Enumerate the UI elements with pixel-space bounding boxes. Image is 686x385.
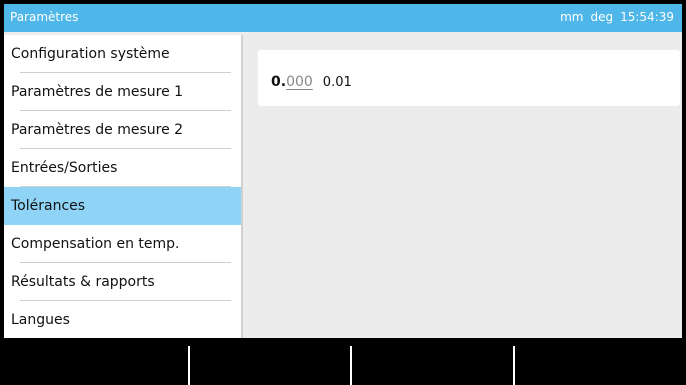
menu-item-label: Paramètres de mesure 2 [11,122,184,138]
menu-item-label: Configuration système [11,46,170,62]
menu-item-label: Tolérances [11,198,86,214]
menu-item-resultats-rapports[interactable]: Résultats & rapports [4,263,241,301]
menu-item-label: Compensation en temp. [11,236,180,252]
menu-item-label: Paramètres de mesure 1 [11,84,184,100]
menu-item-label: Résultats & rapports [11,274,155,290]
menu-item-entrees-sorties[interactable]: Entrées/Sorties [4,149,241,187]
resolution-setting-card[interactable]: 0.000 0.01 [258,50,680,106]
menu-item-label: Entrées/Sorties [11,160,118,176]
resolution-value[interactable]: 0.000 0.01 [271,74,352,90]
softkey-4[interactable] [515,340,682,385]
menu-item-configuration-systeme[interactable]: Configuration système [4,35,241,73]
device-screen: Paramètres mm deg 15:54:39 Configuration… [0,0,686,385]
length-unit: mm [560,10,584,24]
menu-item-parametres-mesure-2[interactable]: Paramètres de mesure 2 [4,111,241,149]
title-bar: Paramètres mm deg 15:54:39 [4,4,682,32]
menu-item-compensation-temp[interactable]: Compensation en temp. [4,225,241,263]
softkey-2[interactable] [190,340,350,385]
softkey-3[interactable] [352,340,513,385]
softkey-bar [4,340,682,385]
settings-menu: Configuration système Paramètres de mesu… [4,35,243,338]
value-integer-part: 0. [271,74,287,90]
angle-unit: deg [590,10,614,24]
menu-item-label: Langues [11,312,70,328]
status-area: mm deg 15:54:39 [560,10,674,24]
softkey-1[interactable] [4,340,188,385]
menu-item-parametres-mesure-1[interactable]: Paramètres de mesure 1 [4,73,241,111]
value-decimal-part: 000 [286,74,313,90]
menu-item-tolerances[interactable]: Tolérances [4,187,241,225]
clock: 15:54:39 [620,10,674,24]
menu-item-langues[interactable]: Langues [4,301,241,339]
screen-title: Paramètres [10,10,79,24]
resolution-text: 0.01 [322,75,352,90]
